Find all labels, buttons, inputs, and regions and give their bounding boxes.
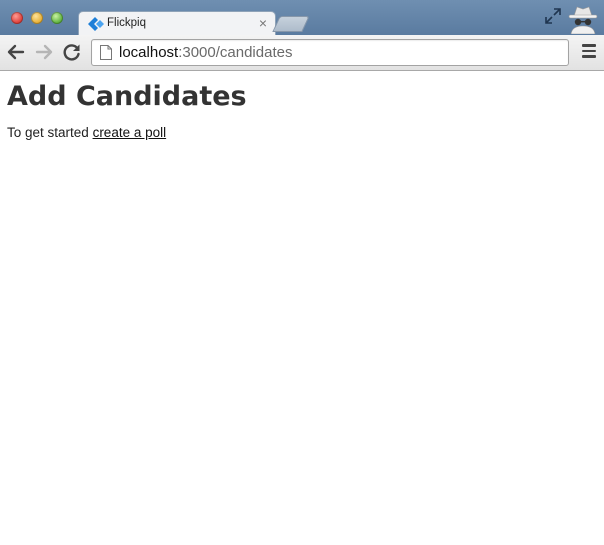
incognito-icon [568, 6, 598, 34]
window-close-button[interactable] [11, 12, 23, 24]
intro-label: To get started [7, 125, 93, 140]
window-maximize-button[interactable] [51, 12, 63, 24]
url-path: :3000/candidates [178, 44, 293, 61]
tab-title: Flickpiq [107, 17, 146, 29]
url-host: localhost [119, 44, 179, 61]
browser-titlebar: Flickpiq × [0, 0, 604, 37]
fullscreen-icon[interactable] [545, 8, 561, 24]
tab-flickpiq[interactable]: Flickpiq × [78, 11, 276, 37]
window-minimize-button[interactable] [31, 12, 43, 24]
url-text[interactable]: localhost:3000/candidates [119, 44, 292, 61]
intro-text: To get started create a poll [7, 125, 166, 140]
reload-icon[interactable] [62, 42, 82, 62]
back-arrow-icon[interactable] [6, 42, 26, 62]
browser-toolbar: localhost:3000/candidates [0, 35, 604, 71]
tab-close-icon[interactable]: × [259, 15, 267, 31]
flickpiq-favicon-icon [88, 17, 104, 31]
page-icon [100, 45, 112, 60]
new-tab-button[interactable] [272, 16, 310, 32]
hamburger-menu-icon[interactable] [582, 44, 596, 60]
address-bar[interactable]: localhost:3000/candidates [91, 39, 569, 66]
page-title: Add Candidates [7, 81, 247, 112]
forward-arrow-icon[interactable] [34, 42, 54, 62]
page-content: Add Candidates To get started create a p… [0, 71, 604, 545]
create-poll-link[interactable]: create a poll [93, 125, 167, 140]
